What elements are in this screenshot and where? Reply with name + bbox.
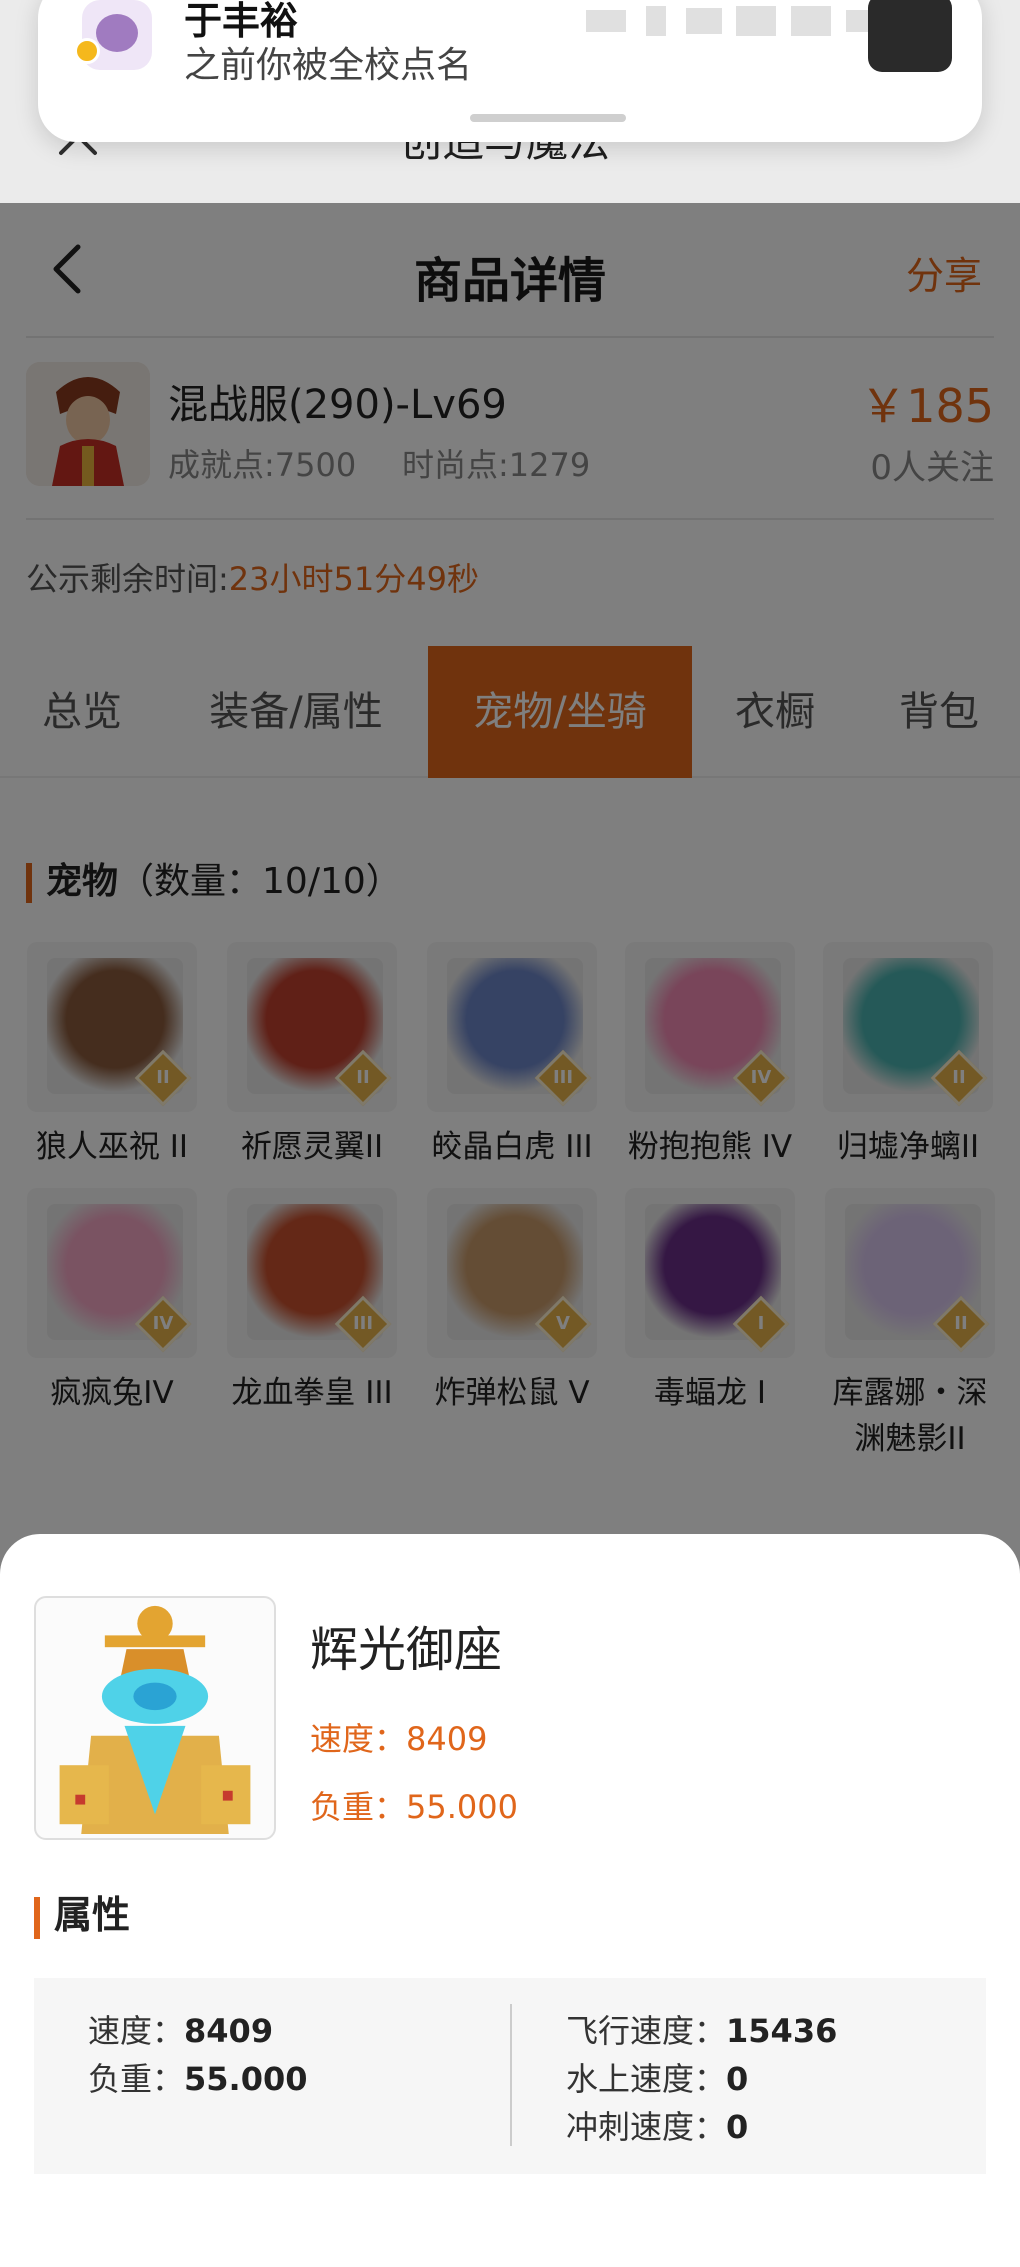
mount-speed: 速度：8409 [310,1720,488,1758]
section-accent-bar [34,1896,40,1939]
mount-detail-sheet: 辉光御座 速度：8409 负重：55.000 属性 速度：8409 负重：55.… [0,1534,1020,2267]
attr-speed: 速度：8409 [88,2012,274,2050]
throne-icon [59,1605,251,1835]
attr-fly-speed: 飞行速度：15436 [566,2012,838,2050]
notification-banner[interactable]: 于丰裕 之前你被全校点名 [38,0,982,142]
mount-name: 辉光御座 [310,1622,503,1678]
status-bar-icons [586,0,896,42]
notification-thumbnail [868,0,952,72]
attr-dash-speed: 冲刺速度：0 [566,2108,749,2146]
attributes-panel: 速度：8409 负重：55.000 飞行速度：15436 水上速度：0 冲刺速度… [34,1978,986,2174]
notification-dot-icon [74,38,100,64]
drag-handle[interactable] [470,114,626,122]
attributes-heading: 属性 [34,1884,130,1939]
notification-message: 之前你被全校点名 [184,45,473,86]
attr-divider [510,2004,512,2146]
attr-load: 负重：55.000 [88,2060,308,2098]
mount-load: 负重：55.000 [310,1788,518,1826]
attr-water-speed: 水上速度：0 [566,2060,749,2098]
mount-image [34,1596,276,1840]
chat-bubble-icon [96,14,138,52]
